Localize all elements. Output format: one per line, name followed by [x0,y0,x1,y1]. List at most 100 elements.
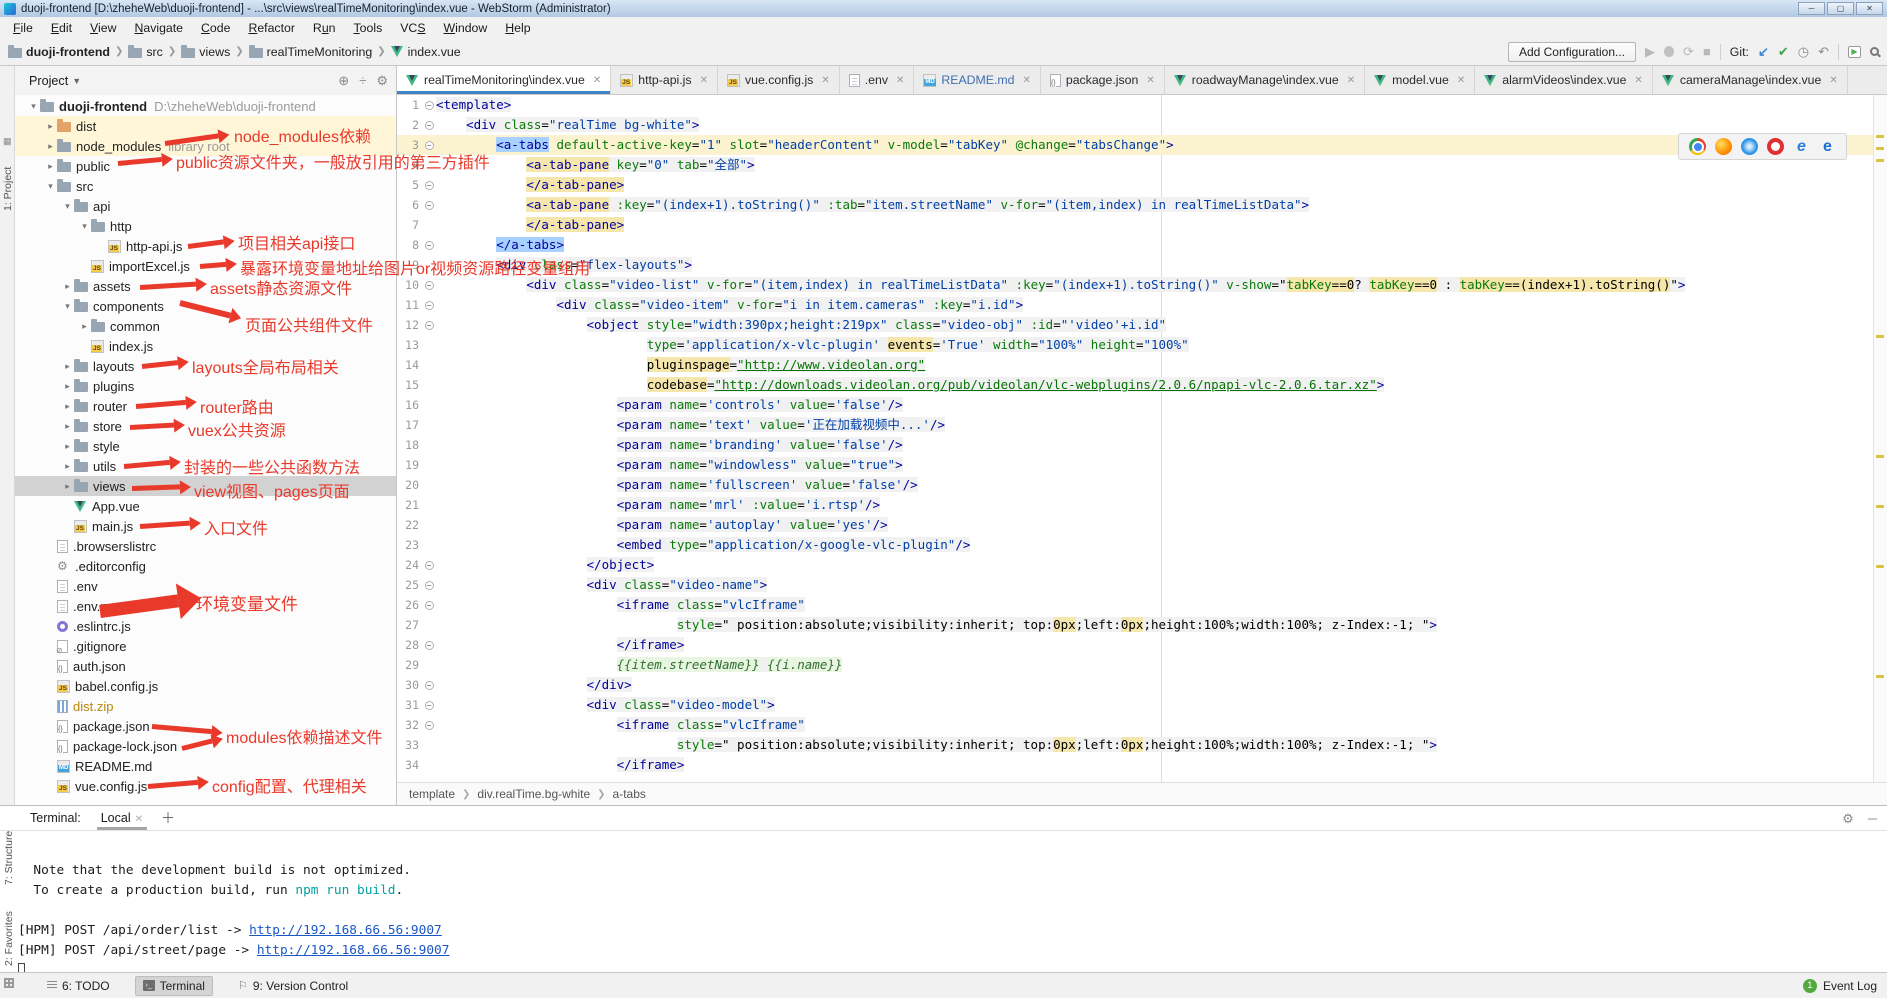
opera-icon[interactable] [1767,138,1784,155]
code-line[interactable]: 34 </iframe> [397,755,1887,775]
code-line[interactable]: 25− <div class="video-name"> [397,575,1887,595]
tree-row[interactable]: package.json [15,716,396,736]
menu-vcs[interactable]: VCS [391,19,434,37]
tree-row[interactable]: ▸layouts [15,356,396,376]
coverage-icon[interactable]: ⟳ [1683,45,1694,58]
chevron-expanded-icon[interactable]: ▾ [61,301,74,312]
tree-row[interactable]: ▸common [15,316,396,336]
code-line[interactable]: 17 <param name='text' value='正在加载视频中...'… [397,415,1887,435]
code-line[interactable]: 5− </a-tab-pane> [397,175,1887,195]
run-icon[interactable]: ▶ [1645,45,1655,58]
hide-panel-icon[interactable]: ─ [1868,812,1877,825]
tree-row[interactable]: ▸utils [15,456,396,476]
fold-marker-icon[interactable]: − [425,601,434,610]
tool-stripe-structure[interactable]: 7: Structure [3,831,15,885]
chevron-collapsed-icon[interactable]: ▸ [44,121,57,132]
code-line[interactable]: 14 pluginspage="http://www.videolan.org" [397,355,1887,375]
code-line[interactable]: 10− <div class="video-list" v-for="(item… [397,275,1887,295]
tree-row[interactable]: ▾duoji-frontendD:\zheheWeb\duoji-fronten… [15,96,396,116]
terminal-link[interactable]: http://192.168.66.56:9007 [257,943,450,958]
tool-stripe-project[interactable]: 1: Project [2,167,14,211]
tree-row[interactable]: babel.config.js [15,676,396,696]
code-line[interactable]: 7 </a-tab-pane> [397,215,1887,235]
tree-row[interactable]: vue.config.js [15,776,396,796]
menu-run[interactable]: Run [304,19,345,37]
gear-icon[interactable]: ⚙ [376,74,388,87]
project-panel-title[interactable]: Project [29,74,68,88]
editor-tab[interactable]: alarmVideos\index.vue✕ [1475,66,1653,94]
code-line[interactable]: 20 <param name='fullscreen' value='false… [397,475,1887,495]
editor-breadcrumb-item[interactable]: a-tabs [613,787,646,801]
git-commit-icon[interactable]: ✔ [1778,45,1789,58]
safari-icon[interactable] [1741,138,1758,155]
close-icon[interactable]: ✕ [135,814,143,825]
statusbar----version-control[interactable]: ⚐9: Version Control [231,976,355,996]
code-line[interactable]: 28− </iframe> [397,635,1887,655]
tree-row[interactable]: .browserslistrc [15,536,396,556]
tree-row[interactable]: ▸plugins [15,376,396,396]
code-line[interactable]: 12− <object style="width:390px;height:21… [397,315,1887,335]
menu-refactor[interactable]: Refactor [239,19,303,37]
close-icon[interactable]: ✕ [821,75,829,86]
tree-row[interactable]: ▸assets [15,276,396,296]
close-button[interactable]: ✕ [1856,2,1883,15]
editor-tab[interactable]: cameraManage\index.vue✕ [1653,66,1848,94]
breadcrumb-item[interactable]: duoji-frontend [8,45,110,59]
fold-marker-icon[interactable]: − [425,181,434,190]
debug-icon[interactable] [1664,46,1674,57]
fold-marker-icon[interactable]: − [425,121,434,130]
statusbar----todo[interactable]: 6: TODO [40,976,117,996]
editor-tab[interactable]: realTimeMonitoring\index.vue✕ [397,66,611,94]
tree-row[interactable]: ▾components [15,296,396,316]
code-line[interactable]: 3− <a-tabs default-active-key="1" slot="… [397,135,1887,155]
chevron-collapsed-icon[interactable]: ▸ [61,361,74,372]
fold-marker-icon[interactable]: − [425,141,434,150]
tree-row[interactable]: ▸node_moduleslibrary root [15,136,396,156]
editor-breadcrumb-item[interactable]: template [409,787,455,801]
menu-edit[interactable]: Edit [42,19,81,37]
menu-code[interactable]: Code [192,19,239,37]
tree-row[interactable]: main.js [15,516,396,536]
terminal-tab-local[interactable]: Local✕ [97,808,147,828]
editor-tab[interactable]: roadwayManage\index.vue✕ [1165,66,1365,94]
close-icon[interactable]: ✕ [1829,75,1837,86]
chevron-collapsed-icon[interactable]: ▸ [61,441,74,452]
chevron-collapsed-icon[interactable]: ▸ [61,401,74,412]
fold-marker-icon[interactable]: − [425,721,434,730]
menu-help[interactable]: Help [496,19,539,37]
tree-row[interactable]: .env [15,576,396,596]
code-line[interactable]: 21 <param name='mrl' :value='i.rtsp'/> [397,495,1887,515]
terminal-settings-icon[interactable]: ⚙ [1842,812,1854,825]
error-stripe-mark[interactable] [1876,455,1884,458]
menu-file[interactable]: File [4,19,42,37]
chevron-expanded-icon[interactable]: ▾ [61,201,74,212]
tree-row[interactable]: ▸dist [15,116,396,136]
tree-row[interactable]: .env.prod [15,596,396,616]
tree-row[interactable]: .gitignore [15,636,396,656]
chevron-collapsed-icon[interactable]: ▸ [61,281,74,292]
code-line[interactable]: 23 <embed type="application/x-google-vlc… [397,535,1887,555]
fold-marker-icon[interactable]: − [425,681,434,690]
code-line[interactable]: 8− </a-tabs> [397,235,1887,255]
code-line[interactable]: 2− <div class="realTime bg-white"> [397,115,1887,135]
search-everywhere-icon[interactable] [1870,47,1879,56]
code-line[interactable]: 15 codebase="http://downloads.videolan.o… [397,375,1887,395]
code-line[interactable]: 19 <param name="windowless" value="true"… [397,455,1887,475]
rollback-icon[interactable]: ↶ [1818,45,1829,58]
error-stripe-mark[interactable] [1876,675,1884,678]
code-line[interactable]: 9 <div class="flex-layouts"> [397,255,1887,275]
editor-tab[interactable]: .env✕ [840,66,915,94]
chrome-icon[interactable] [1689,138,1706,155]
tree-row[interactable]: importExcel.js [15,256,396,276]
code-line[interactable]: 31− <div class="video-model"> [397,695,1887,715]
menu-navigate[interactable]: Navigate [125,19,192,37]
error-stripe-mark[interactable] [1876,335,1884,338]
maximize-button[interactable]: ▢ [1827,2,1854,15]
close-icon[interactable]: ✕ [700,75,708,86]
new-terminal-button[interactable]: ＋ [161,808,175,828]
close-icon[interactable]: ✕ [1347,75,1355,86]
tree-row[interactable]: ⚙.editorconfig [15,556,396,576]
terminal-output[interactable]: Note that the development build is not o… [0,831,1887,981]
fold-marker-icon[interactable]: − [425,281,434,290]
chevron-collapsed-icon[interactable]: ▸ [61,481,74,492]
